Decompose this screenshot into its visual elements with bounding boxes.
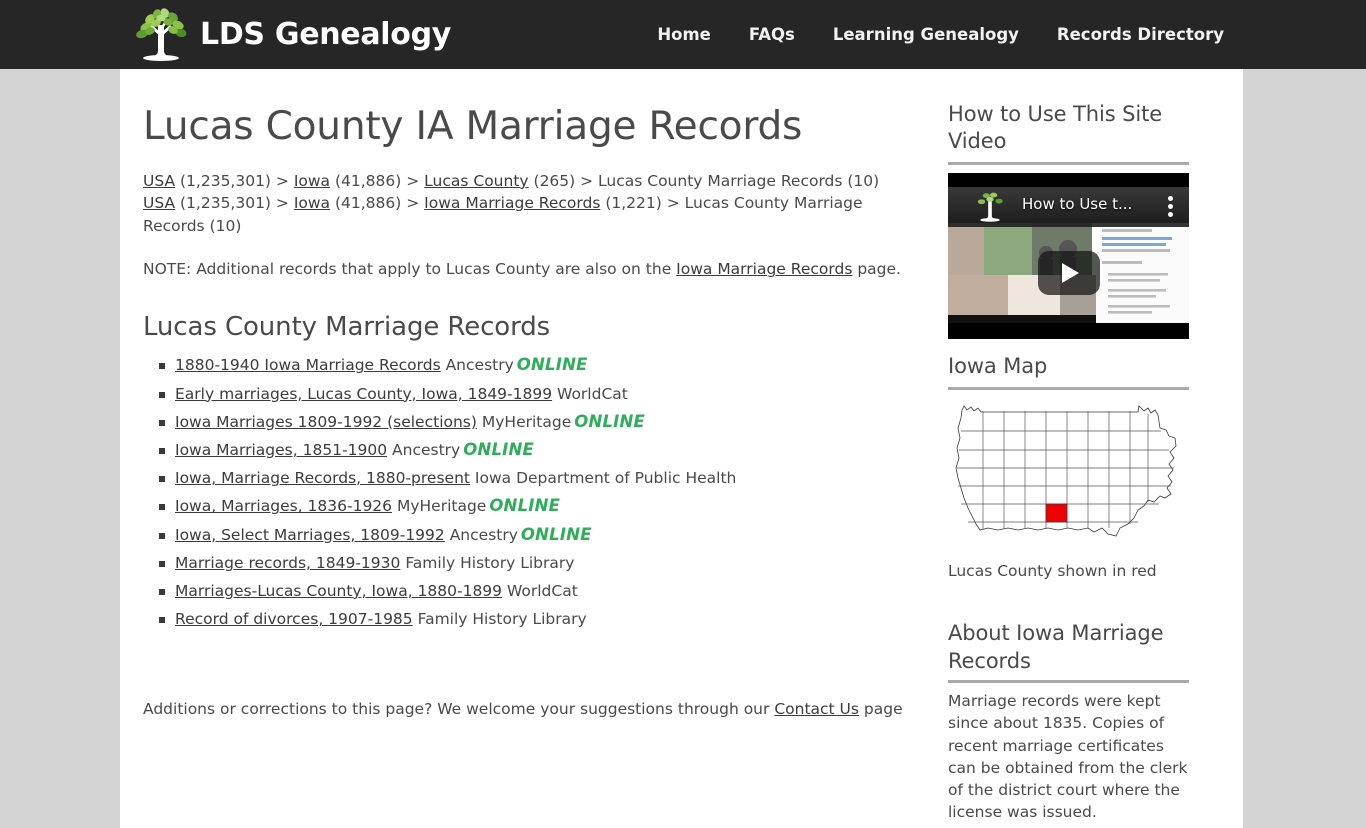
record-title-link[interactable]: Iowa Marriages, 1851-1900	[175, 441, 387, 459]
video-thumbnail	[948, 223, 1189, 323]
video-widget-heading: How to Use This Site Video	[948, 101, 1189, 165]
record-list-item: Iowa Marriages, 1851-1900 Ancestry ONLINE	[143, 436, 925, 464]
record-list-item: Iowa Marriages 1809-1992 (selections) My…	[143, 408, 925, 436]
record-list-item: Iowa, Marriage Records, 1880-present Iow…	[143, 464, 925, 492]
breadcrumb-text: (41,886) >	[330, 194, 425, 213]
record-provider: Ancestry	[444, 525, 518, 544]
section-title: Lucas County Marriage Records	[143, 312, 551, 343]
about-widget-heading: About Iowa Marriage Records	[948, 620, 1189, 683]
record-provider: Family History Library	[400, 553, 575, 572]
main-navigation: Home FAQs Learning Genealogy Records Dir…	[657, 25, 1224, 44]
record-provider: WorldCat	[552, 384, 628, 403]
breadcrumb-link[interactable]: Iowa	[294, 194, 330, 212]
online-badge: ONLINE	[463, 439, 535, 459]
record-list-item: Iowa, Marriages, 1836-1926 MyHeritage ONL…	[143, 492, 925, 520]
record-provider: MyHeritage	[392, 497, 487, 516]
record-provider: Iowa Department of Public Health	[469, 469, 737, 488]
brand-name: LDS Genealogy	[200, 17, 452, 52]
iowa-map-icon	[955, 405, 1177, 537]
record-provider: MyHeritage	[476, 412, 572, 431]
video-player[interactable]: How to Use t...	[948, 173, 1189, 339]
main-content: Lucas County IA Marriage Records USA (1,…	[120, 69, 925, 828]
record-provider: Ancestry	[440, 356, 514, 375]
iowa-county-map[interactable]	[948, 398, 1189, 550]
breadcrumb-text: (41,886) >	[330, 171, 425, 190]
record-title-link[interactable]: Iowa, Marriage Records, 1880-present	[175, 469, 470, 487]
footnote-after: page	[858, 700, 903, 719]
online-badge: ONLINE	[520, 524, 592, 544]
site-header: LDS Genealogy Home FAQs Learning Genealo…	[0, 0, 1366, 69]
record-list-item: Record of divorces, 1907-1985 Family His…	[143, 605, 925, 633]
map-widget-heading: Iowa Map	[948, 353, 1189, 390]
nav-item-home[interactable]: Home	[657, 25, 711, 44]
widget-about: About Iowa Marriage Records Marriage rec…	[948, 620, 1189, 824]
record-provider: Ancestry	[387, 440, 461, 459]
breadcrumb-row: USA (1,235,301) > Iowa (41,886) > Iowa M…	[143, 192, 925, 237]
about-body-text: Marriage records were kept since about 1…	[948, 692, 1188, 822]
record-provider: WorldCat	[502, 581, 578, 600]
breadcrumb-text: (1,235,301) >	[175, 194, 294, 213]
record-title-link[interactable]: Record of divorces, 1907-1985	[175, 610, 413, 628]
kebab-menu-icon[interactable]	[1168, 196, 1173, 218]
breadcrumb-link[interactable]: USA	[143, 194, 175, 212]
breadcrumb-text: (1,235,301) >	[175, 171, 294, 190]
widget-video: How to Use This Site Video How to Use t.…	[948, 101, 1189, 339]
record-title-link[interactable]: Iowa, Select Marriages, 1809-1992	[175, 526, 445, 544]
online-badge: ONLINE	[516, 355, 588, 375]
record-title-link[interactable]: Iowa, Marriages, 1836-1926	[175, 497, 392, 515]
sidebar: How to Use This Site Video How to Use t.…	[925, 69, 1225, 828]
record-title-link[interactable]: Early marriages, Lucas County, Iowa, 184…	[175, 385, 552, 403]
record-list-item: Iowa, Select Marriages, 1809-1992 Ancest…	[143, 521, 925, 549]
note-link-iowa-marriage-records[interactable]: Iowa Marriage Records	[676, 260, 852, 278]
video-tree-logo-icon	[977, 192, 1003, 222]
record-title-link[interactable]: Marriages-Lucas County, Iowa, 1880-1899	[175, 582, 502, 600]
record-title-link[interactable]: Iowa Marriages 1809-1992 (selections)	[175, 413, 477, 431]
tree-logo-icon	[136, 7, 187, 61]
page-title: Lucas County IA Marriage Records	[143, 104, 803, 149]
breadcrumb-row: USA (1,235,301) > Iowa (41,886) > Lucas …	[143, 170, 925, 193]
note-before: NOTE: Additional records that apply to L…	[143, 260, 677, 279]
record-title-link[interactable]: 1880-1940 Iowa Marriage Records	[175, 356, 441, 374]
record-provider: Family History Library	[412, 610, 587, 629]
breadcrumb-link[interactable]: Lucas County	[424, 172, 528, 190]
record-title-link[interactable]: Marriage records, 1849-1930	[175, 554, 400, 572]
online-badge: ONLINE	[574, 411, 646, 431]
footnote-text: Additions or corrections to this page? W…	[143, 698, 925, 720]
map-caption: Lucas County shown in red	[948, 562, 1157, 580]
nav-item-learning-genealogy[interactable]: Learning Genealogy	[833, 25, 1019, 44]
video-title: How to Use t...	[1022, 195, 1133, 213]
lucas-county-highlight	[1045, 503, 1068, 523]
nav-item-faqs[interactable]: FAQs	[749, 25, 795, 44]
records-list: 1880-1940 Iowa Marriage Records Ancestry…	[143, 351, 925, 633]
online-badge: ONLINE	[489, 496, 561, 516]
widget-map: Iowa Map Lucas County shown in red	[948, 353, 1189, 582]
play-button-icon[interactable]	[1037, 251, 1100, 295]
page-container: Lucas County IA Marriage Records USA (1,…	[120, 69, 1243, 828]
video-title-bar: How to Use t...	[948, 187, 1189, 227]
record-list-item: Early marriages, Lucas County, Iowa, 184…	[143, 380, 925, 408]
contact-us-link[interactable]: Contact Us	[774, 700, 859, 718]
site-brand[interactable]: LDS Genealogy	[128, 0, 451, 69]
note-after: page.	[852, 260, 901, 279]
note-text: NOTE: Additional records that apply to L…	[143, 258, 925, 280]
footnote-before: Additions or corrections to this page? W…	[143, 700, 775, 719]
breadcrumb-link[interactable]: Iowa Marriage Records	[424, 194, 600, 212]
nav-item-records-directory[interactable]: Records Directory	[1057, 25, 1224, 44]
breadcrumb-text: (265) > Lucas County Marriage Records (1…	[528, 171, 880, 190]
breadcrumb-link[interactable]: Iowa	[294, 172, 330, 190]
breadcrumb-link[interactable]: USA	[143, 172, 175, 190]
record-list-item: Marriages-Lucas County, Iowa, 1880-1899 …	[143, 577, 925, 605]
record-list-item: Marriage records, 1849-1930 Family Histo…	[143, 549, 925, 577]
breadcrumb: USA (1,235,301) > Iowa (41,886) > Lucas …	[143, 170, 925, 238]
play-triangle	[1062, 263, 1079, 283]
record-list-item: 1880-1940 Iowa Marriage Records Ancestry…	[143, 351, 925, 379]
